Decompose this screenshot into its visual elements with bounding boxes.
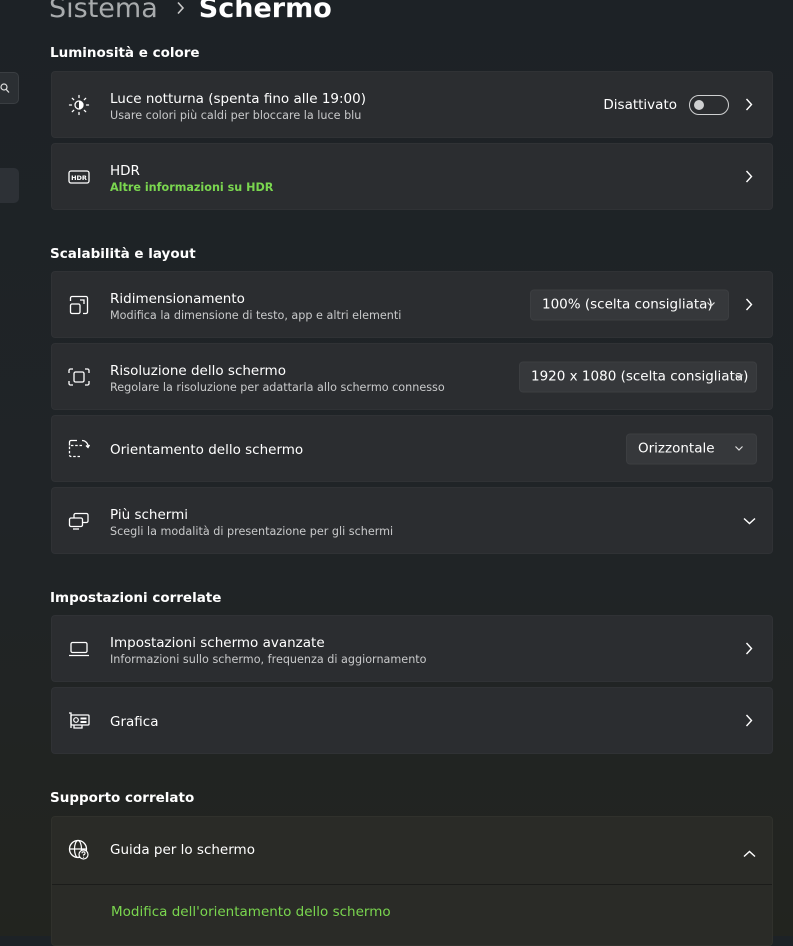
- laptop-icon: [68, 638, 90, 660]
- multiple-displays-title: Più schermi: [110, 507, 188, 523]
- support-link-orientation[interactable]: Modifica dell'orientamento dello schermo: [111, 904, 391, 920]
- chevron-down-icon: [735, 445, 743, 451]
- scale-title: Ridimensionamento: [110, 291, 245, 307]
- resolution-dropdown-value: 1920 x 1080 (scelta consigliata): [531, 368, 749, 385]
- breadcrumb-parent[interactable]: Sistema: [49, 0, 158, 24]
- multiple-displays-icon: [68, 510, 90, 532]
- section-title-support: Supporto correlato: [50, 790, 195, 806]
- support-title: Guida per lo schermo: [110, 842, 255, 858]
- page-title: Schermo: [198, 0, 332, 24]
- section-title-related: Impostazioni correlate: [50, 590, 222, 606]
- scale-card[interactable]: Ridimensionamento Modifica la dimensione…: [51, 271, 773, 338]
- chevron-right-icon: [742, 714, 756, 728]
- scale-icon: [68, 294, 90, 316]
- support-header[interactable]: Guida per lo schermo: [52, 817, 772, 885]
- graphics-title: Grafica: [110, 714, 159, 730]
- chevron-right-icon: [742, 642, 756, 656]
- night-light-card[interactable]: Luce notturna (spenta fino alle 19:00) U…: [51, 71, 773, 138]
- orientation-title: Orientamento dello schermo: [110, 442, 304, 458]
- resolution-title: Risoluzione dello schermo: [110, 363, 286, 379]
- sidebar-search-box[interactable]: [0, 72, 19, 104]
- chevron-down-icon: [742, 514, 756, 528]
- night-light-toggle[interactable]: [689, 94, 729, 115]
- chevron-right-icon: [742, 98, 756, 112]
- chevron-down-icon: [707, 301, 715, 307]
- section-title-scale: Scalabilità e layout: [50, 246, 196, 262]
- scale-dropdown-value: 100% (scelta consigliata): [542, 296, 713, 313]
- sidebar-item-selected[interactable]: [0, 168, 19, 203]
- svg-text:HDR: HDR: [71, 174, 87, 182]
- night-light-icon: [68, 94, 90, 116]
- graphics-card[interactable]: Grafica: [51, 687, 773, 754]
- orientation-dropdown[interactable]: Orizzontale: [626, 433, 757, 464]
- globe-help-icon: [68, 839, 90, 865]
- advanced-display-title: Impostazioni schermo avanzate: [110, 635, 325, 651]
- breadcrumb: Sistema Schermo: [49, 0, 332, 28]
- night-light-subtitle: Usare colori più caldi per bloccare la l…: [110, 109, 362, 122]
- night-light-state: Disattivato: [603, 96, 677, 113]
- resolution-subtitle: Regolare la risoluzione per adattarla al…: [110, 381, 445, 394]
- night-light-title: Luce notturna (spenta fino alle 19:00): [110, 91, 366, 107]
- resolution-icon: [68, 366, 90, 388]
- chevron-right-icon: [742, 170, 756, 184]
- toggle-knob: [694, 99, 704, 110]
- resolution-dropdown[interactable]: 1920 x 1080 (scelta consigliata): [519, 361, 757, 392]
- chevron-up-icon: [743, 843, 756, 862]
- chevron-right-icon: [176, 1, 185, 15]
- advanced-display-card[interactable]: Impostazioni schermo avanzate Informazio…: [51, 615, 773, 682]
- search-icon: [0, 83, 10, 93]
- hdr-info-link[interactable]: Altre informazioni su HDR: [110, 181, 273, 194]
- resolution-card[interactable]: Risoluzione dello schermo Regolare la ri…: [51, 343, 773, 410]
- orientation-icon: [68, 438, 90, 460]
- graphics-card-icon: [68, 710, 90, 732]
- orientation-dropdown-value: Orizzontale: [638, 440, 715, 457]
- orientation-card[interactable]: Orientamento dello schermo Orizzontale: [51, 415, 773, 482]
- sidebar: [0, 0, 22, 936]
- advanced-display-subtitle: Informazioni sullo schermo, frequenza di…: [110, 653, 427, 666]
- chevron-down-icon: [735, 373, 743, 379]
- chevron-right-icon: [742, 298, 756, 312]
- support-card: Guida per lo schermo Modifica dell'orien…: [51, 816, 773, 946]
- hdr-icon: HDR: [68, 166, 90, 188]
- section-title-brightness: Luminosità e colore: [50, 45, 200, 61]
- hdr-card[interactable]: HDR HDR Altre informazioni su HDR: [51, 143, 773, 210]
- multiple-displays-card[interactable]: Più schermi Scegli la modalità di presen…: [51, 487, 773, 554]
- scale-dropdown[interactable]: 100% (scelta consigliata): [530, 289, 729, 320]
- multiple-displays-subtitle: Scegli la modalità di presentazione per …: [110, 525, 394, 538]
- scale-subtitle: Modifica la dimensione di testo, app e a…: [110, 309, 402, 322]
- hdr-title: HDR: [110, 163, 140, 179]
